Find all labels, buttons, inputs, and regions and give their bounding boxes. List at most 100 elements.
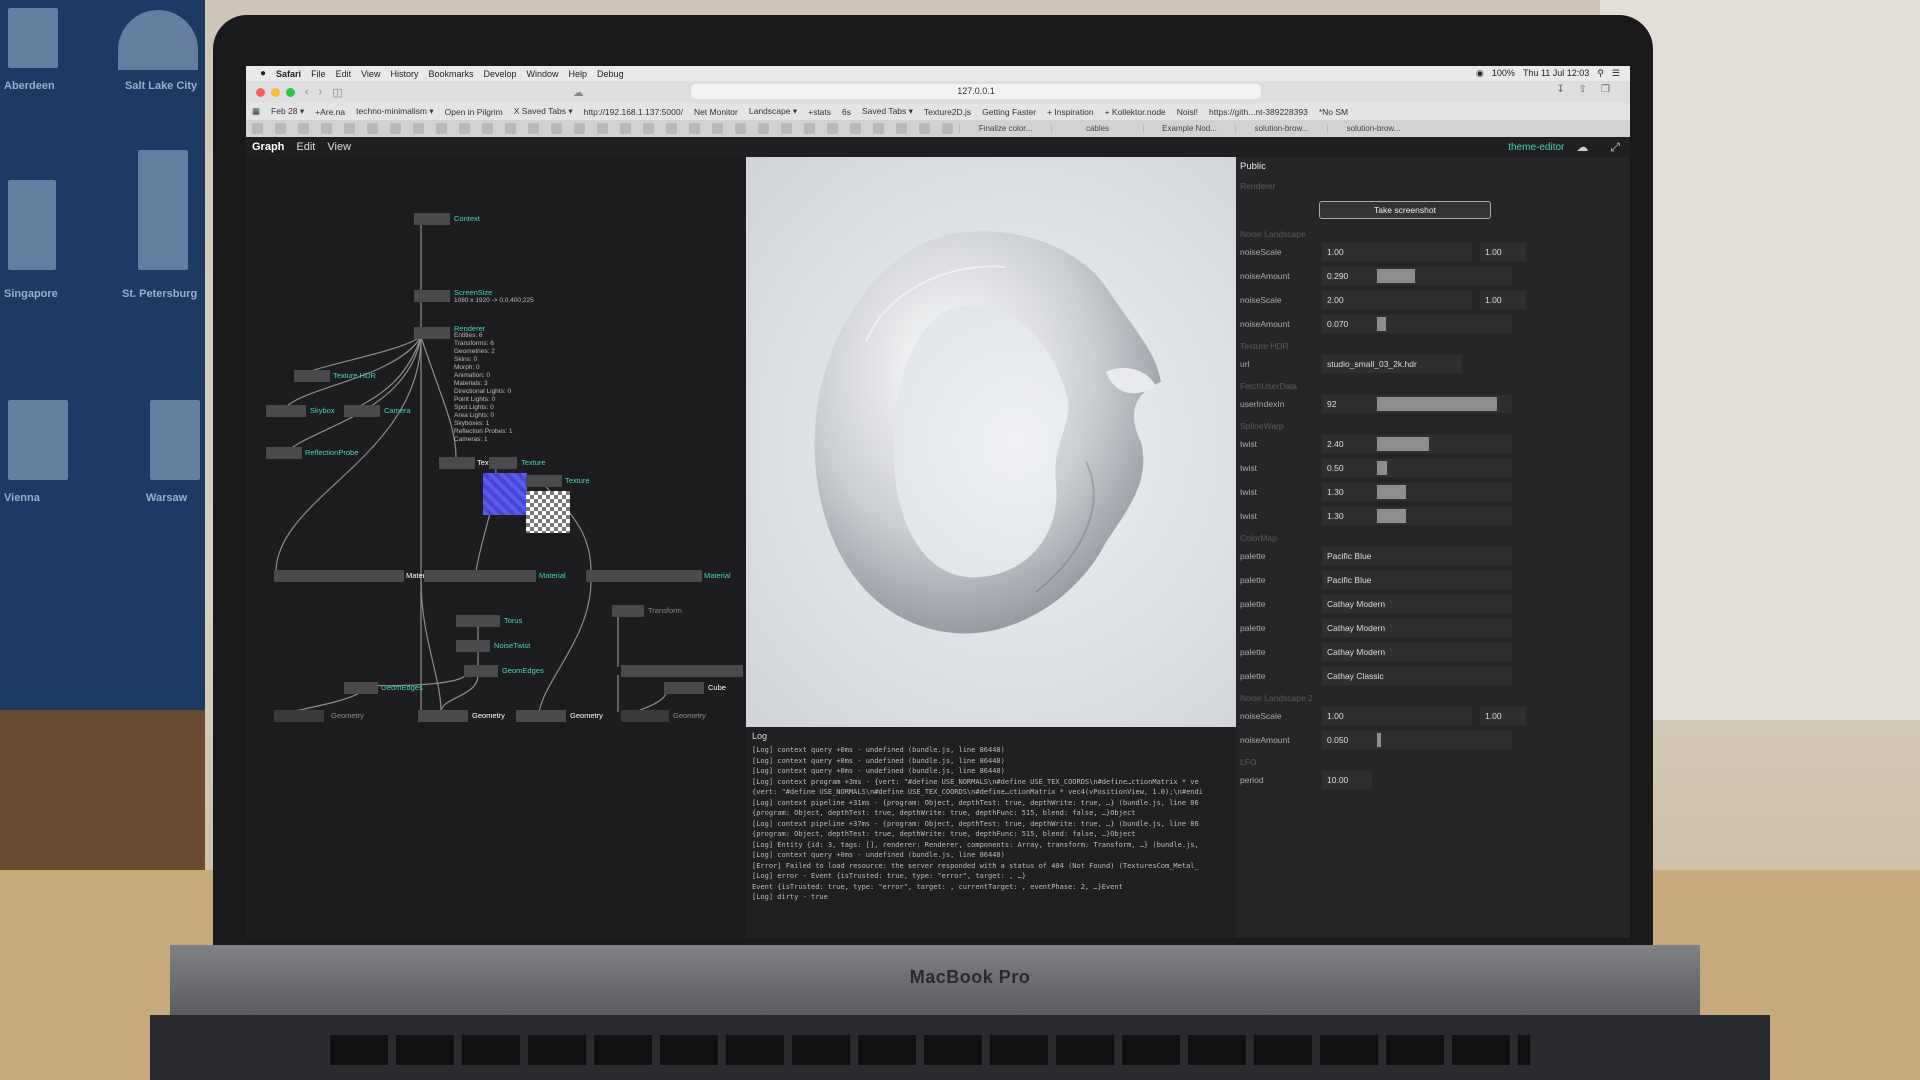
pinned-tab-icon[interactable]: [689, 123, 700, 134]
forward-icon[interactable]: ›: [319, 86, 323, 98]
menu-app-edit[interactable]: Edit: [296, 141, 315, 153]
palette-select[interactable]: Pacific Blue: [1322, 547, 1512, 565]
menu-develop[interactable]: Develop: [483, 69, 516, 79]
bookmark-item[interactable]: *No SM: [1319, 107, 1348, 117]
menu-file[interactable]: File: [311, 69, 326, 79]
pinned-tab-icon[interactable]: [620, 123, 631, 134]
node-texture-hdr[interactable]: [294, 370, 330, 382]
pinned-tab-icon[interactable]: [390, 123, 401, 134]
tab-solution-browser[interactable]: solution-brow...: [1235, 124, 1327, 133]
pinned-tab-icon[interactable]: [942, 123, 953, 134]
pinned-tab-icon[interactable]: [298, 123, 309, 134]
menu-history[interactable]: History: [390, 69, 418, 79]
menu-app-view[interactable]: View: [327, 141, 351, 153]
palette-select[interactable]: Cathay Modern: [1322, 595, 1512, 613]
search-icon[interactable]: ⚲: [1597, 68, 1604, 79]
pinned-tab-icon[interactable]: [252, 123, 263, 134]
palette-select[interactable]: Cathay Modern: [1322, 619, 1512, 637]
tabs-overview-icon[interactable]: ❐: [1601, 84, 1610, 95]
bookmark-item[interactable]: https://gith...nt-389228393: [1209, 107, 1308, 117]
bookmark-item[interactable]: Texture2D.js: [924, 107, 971, 117]
zoom-window-button[interactable]: [286, 87, 295, 97]
param-max-input[interactable]: 1.00: [1480, 707, 1526, 725]
pinned-tab-icon[interactable]: [827, 123, 838, 134]
pinned-tab-icon[interactable]: [758, 123, 769, 134]
sidebar-icon[interactable]: ◫: [332, 86, 342, 99]
param-value-input[interactable]: 1.00: [1322, 707, 1472, 725]
cloud-upload-icon[interactable]: ☁: [1576, 140, 1598, 154]
pinned-tab-icon[interactable]: [551, 123, 562, 134]
menu-edit[interactable]: Edit: [336, 69, 352, 79]
pinned-tab-icon[interactable]: [367, 123, 378, 134]
tab-example-node[interactable]: Example Nod...: [1143, 124, 1235, 133]
node-texture-c[interactable]: [526, 475, 562, 487]
node-texture-a[interactable]: [439, 457, 475, 469]
minimize-window-button[interactable]: [271, 87, 280, 97]
pinned-tab-icon[interactable]: [666, 123, 677, 134]
node-context[interactable]: [414, 213, 450, 225]
bookmark-item[interactable]: Open in Pilgrim: [445, 107, 503, 117]
node-cube[interactable]: [664, 682, 704, 694]
param-slider[interactable]: [1322, 267, 1512, 285]
download-icon[interactable]: ↧: [1556, 84, 1564, 95]
address-bar[interactable]: 127.0.0.1: [691, 84, 1261, 99]
menu-view[interactable]: View: [361, 69, 380, 79]
share-icon[interactable]: ⇧: [1579, 84, 1587, 95]
pinned-tab-icon[interactable]: [321, 123, 332, 134]
pinned-tab-icon[interactable]: [436, 123, 447, 134]
bookmark-item[interactable]: Landscape ▾: [749, 106, 797, 117]
bookmark-item[interactable]: + Kollektor.node: [1105, 107, 1166, 117]
node-texture-b[interactable]: [489, 457, 517, 469]
param-value-input[interactable]: 1.00: [1322, 243, 1472, 261]
palette-select[interactable]: Cathay Modern: [1322, 643, 1512, 661]
pinned-tab-icon[interactable]: [919, 123, 930, 134]
tab-solution-browser-2[interactable]: solution-brow...: [1327, 124, 1419, 133]
bookmark-item[interactable]: +stats: [808, 107, 831, 117]
bookmark-item[interactable]: X Saved Tabs ▾: [514, 106, 573, 117]
pinned-tab-icon[interactable]: [712, 123, 723, 134]
node-graph[interactable]: Context ScreenSize 1080 x 1920 -> 0,0,40…: [246, 157, 746, 938]
bookmark-item[interactable]: Noisl!: [1177, 107, 1198, 117]
param-value-input[interactable]: 2.00: [1322, 291, 1472, 309]
menu-list-icon[interactable]: ☰: [1612, 68, 1620, 79]
period-input[interactable]: 10.00: [1322, 771, 1372, 789]
pinned-tab-icon[interactable]: [482, 123, 493, 134]
menu-help[interactable]: Help: [569, 69, 588, 79]
render-viewport[interactable]: [746, 157, 1236, 727]
pinned-tab-icon[interactable]: [505, 123, 516, 134]
back-icon[interactable]: ‹: [305, 86, 309, 98]
cloud-icon[interactable]: ☁: [573, 86, 584, 99]
palette-select[interactable]: Pacific Blue: [1322, 571, 1512, 589]
pinned-tab-icon[interactable]: [643, 123, 654, 134]
pinned-tab-icon[interactable]: [597, 123, 608, 134]
tab-cables[interactable]: cables: [1051, 124, 1143, 133]
pinned-tab-icon[interactable]: [850, 123, 861, 134]
pinned-tab-icon[interactable]: [344, 123, 355, 134]
bookmark-item[interactable]: 6s: [842, 107, 851, 117]
node-renderer[interactable]: [414, 327, 450, 339]
node-geometry-c[interactable]: [516, 710, 566, 722]
theme-editor-link[interactable]: theme-editor: [1508, 142, 1564, 153]
pinned-tab-icon[interactable]: [804, 123, 815, 134]
bookmark-item[interactable]: Net Monitor: [694, 107, 738, 117]
menu-safari[interactable]: Safari: [276, 69, 301, 79]
menu-bookmarks[interactable]: Bookmarks: [428, 69, 473, 79]
param-max-input[interactable]: 1.00: [1480, 243, 1526, 261]
node-geometry-b[interactable]: [418, 710, 468, 722]
pinned-tab-icon[interactable]: [781, 123, 792, 134]
pinned-tab-icon[interactable]: [528, 123, 539, 134]
bookmark-item[interactable]: +Are.na: [315, 107, 345, 117]
tab-finalize-color[interactable]: Finalize color...: [959, 124, 1051, 133]
url-input[interactable]: studio_small_03_2k.hdr: [1322, 355, 1462, 373]
bookmark-item[interactable]: http://192.168.1.137:5000/: [584, 107, 683, 117]
param-slider[interactable]: [1322, 507, 1512, 525]
menu-window[interactable]: Window: [527, 69, 559, 79]
fullscreen-icon[interactable]: ⤢: [1610, 140, 1630, 155]
node-transform[interactable]: [612, 605, 644, 617]
node-geomedges-a[interactable]: [464, 665, 498, 677]
param-slider[interactable]: [1322, 459, 1512, 477]
node-material-b[interactable]: [424, 570, 536, 582]
node-reflection-probe[interactable]: [266, 447, 302, 459]
palette-select[interactable]: Cathay Classic: [1322, 667, 1512, 685]
node-geometry-d[interactable]: [621, 710, 669, 722]
